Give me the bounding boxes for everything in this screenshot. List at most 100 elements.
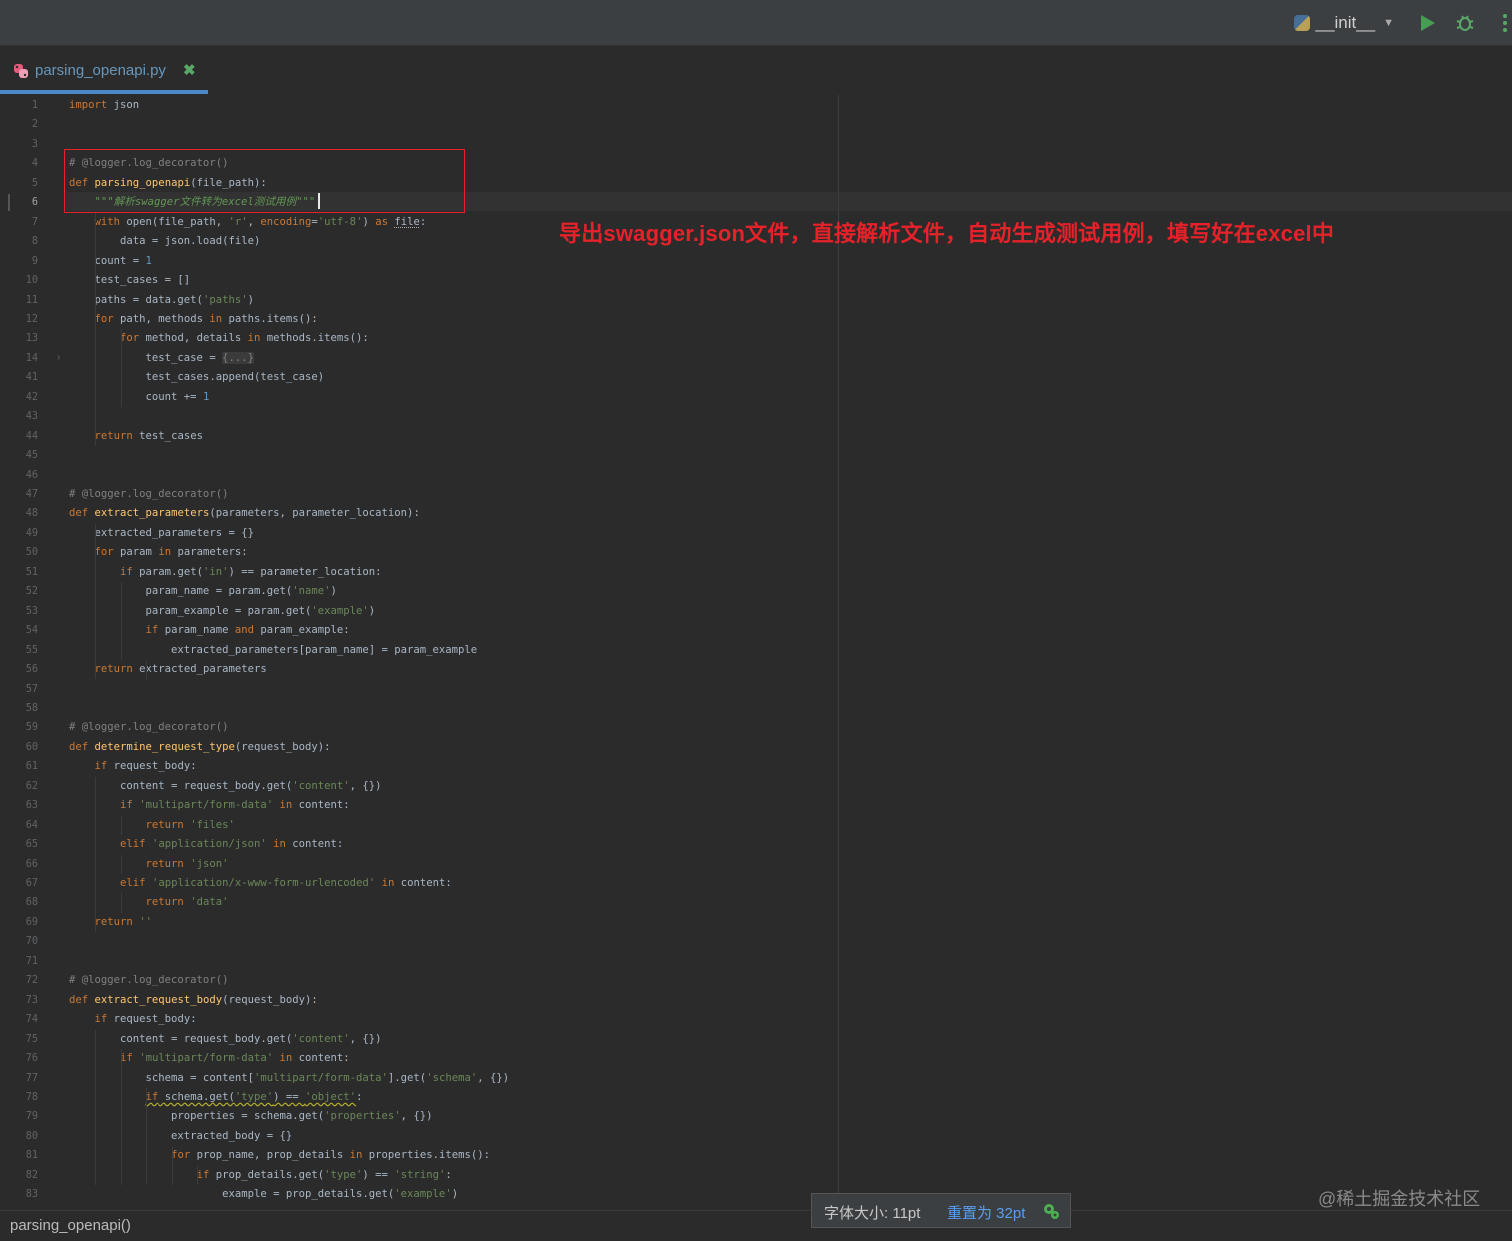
line-number: 10 bbox=[25, 275, 38, 287]
code-line[interactable]: def extract_request_body(request_body): bbox=[69, 991, 318, 1010]
code-line[interactable]: test_cases = [] bbox=[69, 271, 191, 290]
code-line[interactable]: def extract_parameters(parameters, param… bbox=[69, 504, 420, 523]
code-line[interactable]: schema = content['multipart/form-data'].… bbox=[69, 1069, 510, 1088]
line-number: 71 bbox=[25, 955, 38, 967]
breadcrumb[interactable]: parsing_openapi() bbox=[10, 1217, 131, 1234]
line-number: 8 bbox=[31, 236, 38, 248]
status-bar: parsing_openapi() bbox=[0, 1210, 1512, 1241]
code-line[interactable]: return extracted_parameters bbox=[69, 660, 267, 679]
line-number: 7 bbox=[31, 216, 38, 228]
code-line[interactable]: for prop_name, prop_details in propertie… bbox=[69, 1146, 490, 1165]
vcs-change-marker bbox=[8, 194, 10, 212]
code-line[interactable]: data = json.load(file) bbox=[69, 232, 260, 251]
line-number: 52 bbox=[25, 586, 38, 598]
run-icon[interactable] bbox=[1416, 12, 1438, 34]
text-caret bbox=[318, 193, 320, 209]
code-line[interactable]: elif 'application/x-www-form-urlencoded'… bbox=[69, 874, 452, 893]
close-icon[interactable]: ✖ bbox=[183, 61, 196, 79]
code-line[interactable]: return 'data' bbox=[69, 893, 229, 912]
code-line[interactable]: if param_name and param_example: bbox=[69, 621, 350, 640]
code-line[interactable]: return 'files' bbox=[69, 816, 235, 835]
code-editor[interactable]: import json # @logger.log_decorator() def … bbox=[66, 95, 1512, 1209]
code-line[interactable]: test_case = {...} bbox=[69, 349, 254, 368]
code-line[interactable]: paths = data.get('paths') bbox=[69, 291, 254, 310]
line-number: 73 bbox=[25, 994, 38, 1006]
indent-guide bbox=[121, 893, 122, 913]
code-line[interactable]: extracted_parameters[param_name] = param… bbox=[69, 641, 477, 660]
annotation-highlight-box bbox=[64, 149, 465, 213]
line-number: 69 bbox=[25, 916, 38, 928]
gear-icon[interactable] bbox=[1042, 1202, 1060, 1220]
line-number: 48 bbox=[25, 508, 38, 520]
indent-guide bbox=[121, 1049, 122, 1186]
line-number: 60 bbox=[25, 741, 38, 753]
line-number: 54 bbox=[25, 625, 38, 637]
editor-tabs: parsing_openapi.py ✖ bbox=[0, 46, 1512, 94]
code-line[interactable]: return test_cases bbox=[69, 427, 203, 446]
indent-guide bbox=[197, 1165, 198, 1186]
code-line[interactable]: if request_body: bbox=[69, 757, 197, 776]
code-line[interactable]: content = request_body.get('content', {}… bbox=[69, 1030, 382, 1049]
line-number: 11 bbox=[25, 294, 38, 306]
line-number: 58 bbox=[25, 702, 38, 714]
code-line[interactable]: # @logger.log_decorator() bbox=[69, 485, 228, 504]
code-line[interactable]: return 'json' bbox=[69, 855, 229, 874]
line-number: 77 bbox=[25, 1072, 38, 1084]
line-number-gutter: 1 2 3 4 5 6 7 8 9 10 11 12 13 14 › 41 42 43 44 45 46 47 48 49 50… bbox=[0, 95, 66, 1209]
zoom-reset-link[interactable]: 重置为 32pt bbox=[947, 1202, 1025, 1223]
code-line[interactable]: if request_body: bbox=[69, 1010, 197, 1029]
indent-guide bbox=[121, 815, 122, 836]
more-icon[interactable] bbox=[1500, 12, 1510, 34]
code-line[interactable]: elif 'application/json' in content: bbox=[69, 835, 343, 854]
line-number: 5 bbox=[31, 177, 38, 189]
line-number: 56 bbox=[25, 664, 38, 676]
code-line[interactable]: with open(file_path, 'r', encoding='utf-… bbox=[69, 213, 427, 232]
fold-expand-icon[interactable]: › bbox=[57, 352, 65, 363]
code-line[interactable]: if 'multipart/form-data' in content: bbox=[69, 796, 350, 815]
code-line[interactable]: # @logger.log_decorator() bbox=[69, 971, 228, 990]
right-margin-guide bbox=[838, 95, 839, 1209]
tab-active-indicator bbox=[0, 90, 208, 94]
code-line[interactable]: extracted_parameters = {} bbox=[69, 524, 254, 543]
code-line[interactable]: import json bbox=[69, 96, 139, 115]
line-number: 41 bbox=[25, 372, 38, 384]
code-line[interactable]: # @logger.log_decorator() bbox=[69, 718, 228, 737]
line-number: 2 bbox=[31, 119, 38, 131]
code-line[interactable]: count = 1 bbox=[69, 252, 152, 271]
code-line[interactable]: return '' bbox=[69, 913, 152, 932]
line-number: 51 bbox=[25, 566, 38, 578]
code-line[interactable]: extracted_body = {} bbox=[69, 1127, 292, 1146]
line-number: 59 bbox=[25, 722, 38, 734]
line-number: 72 bbox=[25, 975, 38, 987]
code-line[interactable]: param_example = param.get('example') bbox=[69, 602, 376, 621]
indent-guide bbox=[146, 1087, 147, 1186]
line-number: 63 bbox=[25, 800, 38, 812]
indent-guide bbox=[121, 854, 122, 874]
line-number: 70 bbox=[25, 936, 38, 948]
code-line[interactable]: count += 1 bbox=[69, 388, 210, 407]
code-line[interactable]: for method, details in methods.items(): bbox=[69, 329, 369, 348]
line-number: 55 bbox=[25, 644, 38, 656]
line-number: 57 bbox=[25, 683, 38, 695]
debug-icon[interactable] bbox=[1454, 12, 1476, 34]
code-line[interactable]: def determine_request_type(request_body)… bbox=[69, 738, 331, 757]
line-number: 13 bbox=[25, 333, 38, 345]
code-line[interactable]: for path, methods in paths.items(): bbox=[69, 310, 318, 329]
line-number: 61 bbox=[25, 761, 38, 773]
line-number: 3 bbox=[31, 138, 38, 150]
tab-parsing-openapi[interactable]: parsing_openapi.py ✖ bbox=[0, 46, 208, 94]
line-number: 42 bbox=[25, 391, 38, 403]
code-line[interactable]: if 'multipart/form-data' in content: bbox=[69, 1049, 350, 1068]
code-line[interactable]: if schema.get('type') == 'object': bbox=[69, 1088, 363, 1107]
code-line[interactable]: test_cases.append(test_case) bbox=[69, 368, 325, 387]
code-line[interactable]: properties = schema.get('properties', {}… bbox=[69, 1107, 433, 1126]
code-line[interactable]: if param.get('in') == parameter_location… bbox=[69, 563, 382, 582]
python-file-icon bbox=[14, 64, 28, 78]
code-line[interactable]: if prop_details.get('type') == 'string': bbox=[69, 1166, 452, 1185]
run-config-selector[interactable]: __init__ ▼ bbox=[1293, 11, 1394, 35]
code-line[interactable]: content = request_body.get('content', {}… bbox=[69, 777, 382, 796]
indent-guide bbox=[121, 582, 122, 661]
code-line[interactable]: param_name = param.get('name') bbox=[69, 582, 337, 601]
code-line[interactable]: example = prop_details.get('example') bbox=[69, 1185, 458, 1204]
line-number: 83 bbox=[25, 1189, 38, 1201]
